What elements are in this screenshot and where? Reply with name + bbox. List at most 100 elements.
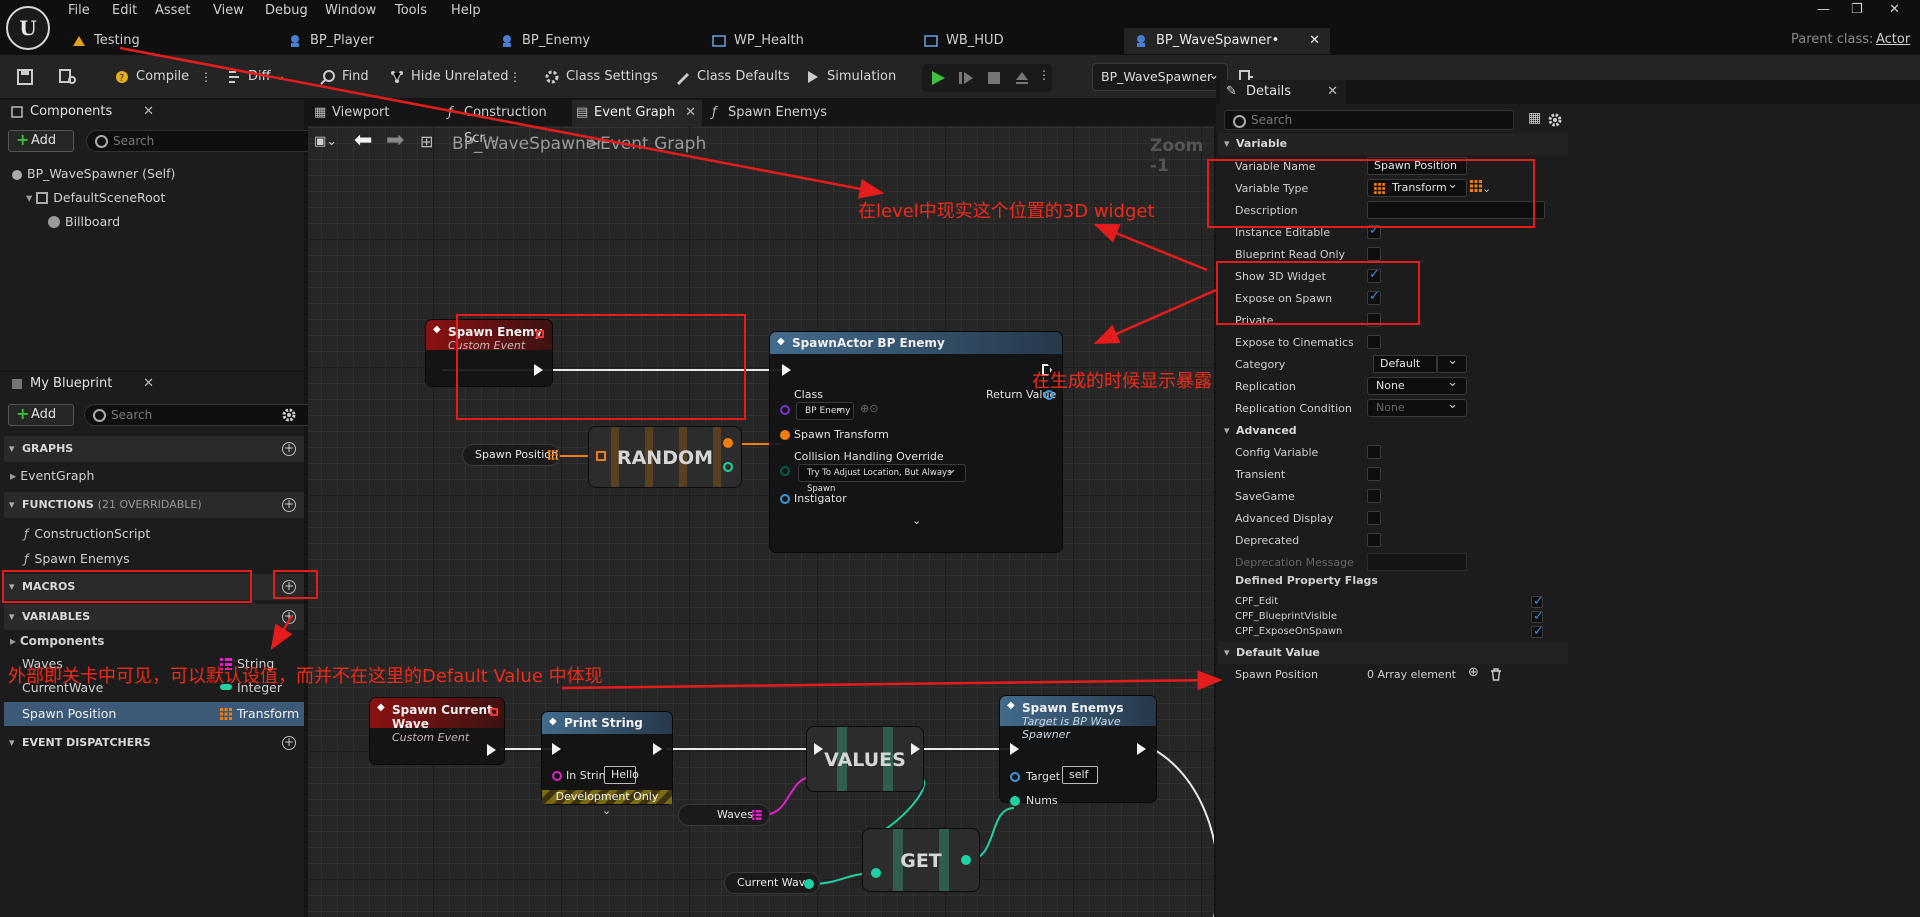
category-field[interactable]: Default xyxy=(1373,355,1437,373)
add-component-button[interactable]: Add xyxy=(8,130,74,152)
transient-checkbox[interactable] xyxy=(1367,467,1381,481)
hierarchy-icon[interactable]: ⊞ xyxy=(420,132,433,151)
tree-item-default-scene-root[interactable]: ▾ DefaultSceneRoot xyxy=(26,190,165,205)
node-print-string[interactable]: Print String In String Hello Development… xyxy=(542,712,672,817)
node-values[interactable]: VALUES xyxy=(806,726,924,792)
tab-viewport[interactable]: ▦ Viewport xyxy=(310,100,436,126)
spawn-transform-pin[interactable] xyxy=(780,430,790,440)
expand-pins-icon[interactable]: ⌄ xyxy=(602,804,611,817)
add-graph-button[interactable]: + xyxy=(282,442,296,456)
instigator-pin[interactable] xyxy=(780,494,790,504)
get-index-pin[interactable] xyxy=(871,868,881,878)
values-exec-in-pin[interactable] xyxy=(814,743,823,755)
details-search-input[interactable]: Search xyxy=(1224,110,1514,130)
close-tab-icon[interactable]: ✕ xyxy=(143,100,154,124)
close-tab-icon[interactable]: ✕ xyxy=(143,372,154,396)
menu-view[interactable]: View xyxy=(213,3,244,18)
close-window-icon[interactable]: ✕ xyxy=(1889,2,1900,17)
gear-icon[interactable] xyxy=(280,406,298,424)
in-string-pin[interactable] xyxy=(552,771,562,781)
node-spawn-current-wave[interactable]: Spawn Current WaveCustom Event xyxy=(370,698,504,764)
compile-button[interactable]: ? Compile xyxy=(114,67,189,87)
add-member-button[interactable]: Add xyxy=(8,404,74,426)
play-icon[interactable] xyxy=(930,70,946,86)
node-spawn-actor[interactable]: SpawnActor BP Enemy Class BP Enemy ⊕⊙ Re… xyxy=(770,332,1062,552)
graphs-section[interactable]: GRAPHS + xyxy=(4,436,304,462)
restore-icon[interactable]: ❐ xyxy=(1851,2,1863,17)
in-string-field[interactable]: Hello xyxy=(604,766,639,784)
tab-my-blueprint[interactable]: My Blueprint ✕ xyxy=(4,372,162,396)
find-button[interactable]: Find xyxy=(320,67,369,87)
trash-icon[interactable] xyxy=(1490,668,1502,681)
string-array-pin-icon[interactable] xyxy=(752,810,762,820)
close-tab-icon[interactable]: ✕ xyxy=(685,100,696,126)
advanced-display-checkbox[interactable] xyxy=(1367,511,1381,525)
node-random[interactable]: RANDOM xyxy=(588,426,742,488)
blueprint-read-only-checkbox[interactable] xyxy=(1367,247,1381,261)
compile-options-icon[interactable]: ⋮ xyxy=(200,70,212,84)
menu-tools[interactable]: Tools xyxy=(395,3,427,18)
add-element-icon[interactable]: ⊕ xyxy=(1468,665,1479,680)
close-tab-icon[interactable]: ✕ xyxy=(1309,28,1320,54)
tab-wp-health[interactable]: WP_Health xyxy=(702,28,882,54)
node-get-spawn-position[interactable]: Spawn Position xyxy=(462,444,560,466)
functions-section[interactable]: FUNCTIONS (21 OVERRIDABLE) + xyxy=(4,492,304,518)
menu-debug[interactable]: Debug xyxy=(265,3,308,18)
random-index-pin[interactable] xyxy=(723,462,733,472)
collision-dropdown[interactable]: Try To Adjust Location, But Always Spawn xyxy=(798,462,966,494)
current-wave-pin[interactable] xyxy=(804,879,814,889)
breadcrumb-root[interactable]: BP_WaveSpawner xyxy=(452,134,603,154)
hide-unrelated-options-icon[interactable]: ⋮ xyxy=(509,70,521,84)
expose-to-cinematics-checkbox[interactable] xyxy=(1367,335,1381,349)
random-out-pin[interactable] xyxy=(723,438,733,448)
random-in-pin[interactable] xyxy=(596,451,606,461)
exec-out-pin[interactable] xyxy=(487,744,496,756)
browse-icon[interactable] xyxy=(58,68,78,86)
target-field[interactable]: self xyxy=(1062,766,1098,784)
tree-item-billboard[interactable]: Billboard xyxy=(48,214,120,229)
transform-pin-icon[interactable] xyxy=(548,450,558,460)
event-dispatchers-section[interactable]: EVENT DISPATCHERS + xyxy=(4,730,304,756)
target-pin[interactable] xyxy=(1010,772,1020,782)
forward-icon[interactable]: ➡ xyxy=(386,128,404,153)
menu-asset[interactable]: Asset xyxy=(155,3,191,18)
play-options-icon[interactable]: ⋮ xyxy=(1038,68,1050,82)
add-dispatcher-button[interactable]: + xyxy=(282,736,296,750)
exec-in-pin[interactable] xyxy=(1010,743,1019,755)
hide-unrelated-button[interactable]: Hide Unrelated xyxy=(389,67,509,87)
simulation-button[interactable]: Simulation xyxy=(805,67,896,87)
class-pin[interactable] xyxy=(780,405,790,415)
category-dropdown[interactable] xyxy=(1437,353,1467,373)
default-value-section[interactable]: Default Value xyxy=(1218,642,1568,664)
deprecated-checkbox[interactable] xyxy=(1367,533,1381,547)
my-blueprint-search-input[interactable]: Search xyxy=(84,404,342,426)
graph-item-eventgraph[interactable]: ▸ EventGraph xyxy=(10,468,94,483)
stop-icon[interactable] xyxy=(986,70,1002,86)
minimize-icon[interactable]: — xyxy=(1817,2,1830,17)
tab-spawn-enemys[interactable]: ƒ Spawn Enemys xyxy=(706,100,836,126)
variable-section[interactable]: Variable xyxy=(1218,133,1568,155)
exec-in-pin[interactable] xyxy=(782,364,791,376)
variables-section[interactable]: VARIABLES + xyxy=(4,604,304,630)
config-variable-checkbox[interactable] xyxy=(1367,445,1381,459)
tab-components[interactable]: Components ✕ xyxy=(4,100,162,124)
tab-bp-enemy[interactable]: BP_Enemy xyxy=(490,28,670,54)
tab-bp-wavespawner[interactable]: BP_WaveSpawner• ✕ xyxy=(1124,28,1330,54)
tab-bp-player[interactable]: BP_Player xyxy=(278,28,458,54)
menu-window[interactable]: Window xyxy=(325,3,376,18)
class-dropdown[interactable]: BP Enemy xyxy=(796,400,854,420)
gear-icon[interactable] xyxy=(1547,112,1563,128)
function-item-spawn-enemys[interactable]: ƒ Spawn Enemys xyxy=(24,551,130,566)
savegame-checkbox[interactable] xyxy=(1367,489,1381,503)
advanced-section[interactable]: Advanced xyxy=(1218,420,1568,442)
class-defaults-button[interactable]: Class Defaults xyxy=(675,67,790,87)
save-icon[interactable] xyxy=(16,68,34,86)
collision-pin[interactable] xyxy=(780,466,790,476)
node-spawn-enemys[interactable]: Spawn EnemysTarget is BP Wave Spawner Ta… xyxy=(1000,696,1156,807)
nums-pin[interactable] xyxy=(1010,796,1020,806)
exec-out-pin[interactable] xyxy=(653,743,662,755)
parent-class-link[interactable]: Actor xyxy=(1876,32,1910,47)
table-view-icon[interactable]: ▦ xyxy=(1528,110,1541,126)
graph-options-icon[interactable]: ▣⌄ xyxy=(314,134,337,149)
step-icon[interactable] xyxy=(958,70,974,86)
